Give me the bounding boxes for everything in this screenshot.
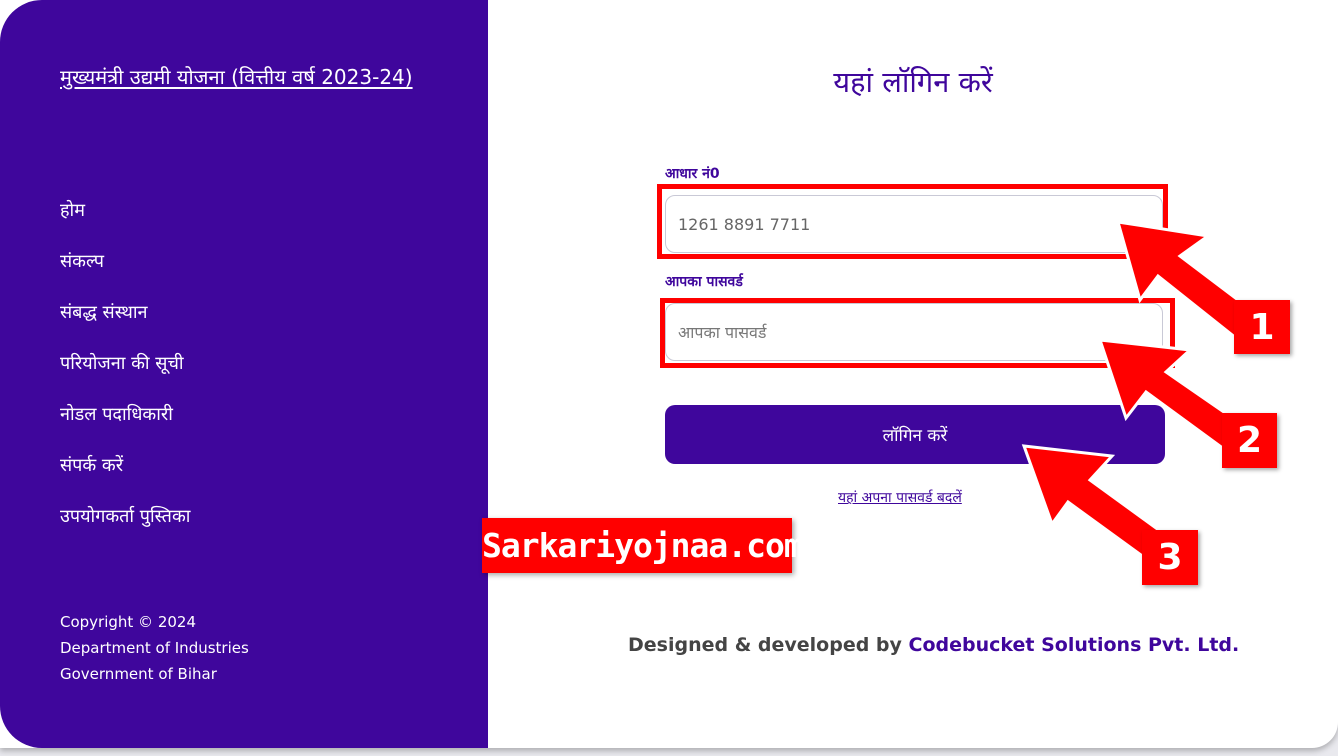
- nav-item-home[interactable]: होम: [60, 196, 190, 247]
- government-line: Government of Bihar: [60, 665, 217, 683]
- nav-item-user-manual[interactable]: उपयोगकर्ता पुस्तिका: [60, 502, 190, 553]
- change-password-link[interactable]: यहां अपना पासवर्ड बदलें: [838, 488, 962, 507]
- nav-item-nodal-officer[interactable]: नोडल पदाधिकारी: [60, 400, 190, 451]
- copyright-block: Copyright © 2024 Department of Industrie…: [60, 609, 249, 687]
- footer-org-link[interactable]: Codebucket Solutions Pvt. Ltd.: [909, 634, 1240, 656]
- aadhaar-label: आधार नं0: [665, 166, 720, 182]
- footer-prefix: Designed & developed by: [628, 634, 909, 656]
- department-line: Department of Industries: [60, 639, 249, 657]
- annotation-badge-1: 1: [1234, 300, 1290, 354]
- app-window: मुख्यमंत्री उद्यमी योजना (वित्तीय वर्ष 2…: [0, 0, 1338, 748]
- login-button[interactable]: लॉगिन करें: [665, 405, 1165, 464]
- nav-item-resolution[interactable]: संकल्प: [60, 247, 190, 298]
- annotation-badge-2: 2: [1222, 413, 1277, 468]
- nav-item-project-list[interactable]: परियोजना की सूची: [60, 349, 190, 400]
- login-panel: यहां लॉगिन करें आधार नं0 आपका पासवर्ड लॉ…: [488, 0, 1338, 748]
- nav-item-contact[interactable]: संपर्क करें: [60, 451, 190, 502]
- sidebar: मुख्यमंत्री उद्यमी योजना (वित्तीय वर्ष 2…: [0, 0, 488, 748]
- watermark-label: Sarkariyojnaa.com: [482, 518, 804, 573]
- nav-item-affiliated-institutions[interactable]: संबद्ध संस्थान: [60, 298, 190, 349]
- footer-credit: Designed & developed by Codebucket Solut…: [628, 634, 1239, 656]
- password-label: आपका पासवर्ड: [665, 274, 743, 290]
- annotation-badge-3: 3: [1142, 530, 1198, 585]
- sidebar-nav: होम संकल्प संबद्ध संस्थान परियोजना की सू…: [60, 196, 190, 553]
- highlight-box-password: [660, 298, 1175, 368]
- site-title-link[interactable]: मुख्यमंत्री उद्यमी योजना (वित्तीय वर्ष 2…: [60, 62, 430, 93]
- login-heading: यहां लॉगिन करें: [833, 65, 993, 99]
- highlight-box-aadhaar: [657, 184, 1168, 259]
- copyright-line: Copyright © 2024: [60, 613, 197, 631]
